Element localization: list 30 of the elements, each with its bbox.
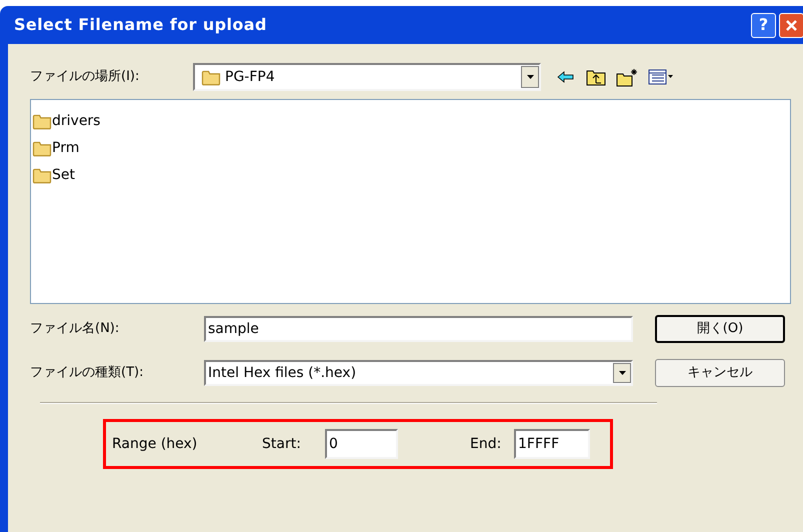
- filetype-combo[interactable]: Intel Hex files (*.hex): [204, 360, 633, 386]
- filename-field[interactable]: sample: [204, 316, 633, 342]
- back-arrow-icon[interactable]: [557, 71, 574, 83]
- up-folder-icon[interactable]: [586, 68, 606, 86]
- folder-icon: [32, 140, 52, 157]
- new-folder-icon[interactable]: [616, 68, 638, 86]
- open-button[interactable]: 開く(O): [655, 315, 785, 343]
- filename-label: ファイル名(N):: [30, 320, 120, 338]
- dropdown-arrow-icon: [526, 75, 534, 79]
- folder-icon: [32, 113, 52, 130]
- file-list-item[interactable]: Set: [32, 162, 790, 189]
- close-button[interactable]: [779, 12, 803, 38]
- folder-icon: [32, 167, 52, 184]
- location-combo[interactable]: PG-FP4: [193, 63, 541, 91]
- folder-icon: [201, 68, 221, 86]
- end-label: End:: [470, 434, 502, 454]
- range-label: Range (hex): [112, 434, 198, 454]
- end-field[interactable]: 1FFFF: [514, 429, 590, 459]
- start-field[interactable]: 0: [325, 429, 398, 459]
- view-menu-icon[interactable]: [648, 69, 674, 85]
- file-list-item[interactable]: drivers: [32, 108, 790, 135]
- start-label: Start:: [262, 434, 302, 454]
- filetype-label: ファイルの種類(T):: [30, 364, 144, 382]
- location-label: ファイルの場所(I):: [30, 68, 140, 86]
- dropdown-arrow-icon: [618, 371, 626, 375]
- help-button[interactable]: ?: [751, 12, 776, 38]
- close-icon: [785, 18, 798, 32]
- cancel-button[interactable]: キャンセル: [655, 359, 785, 387]
- file-list-item[interactable]: Prm: [32, 135, 790, 162]
- window-title: Select Filename for upload: [14, 14, 267, 36]
